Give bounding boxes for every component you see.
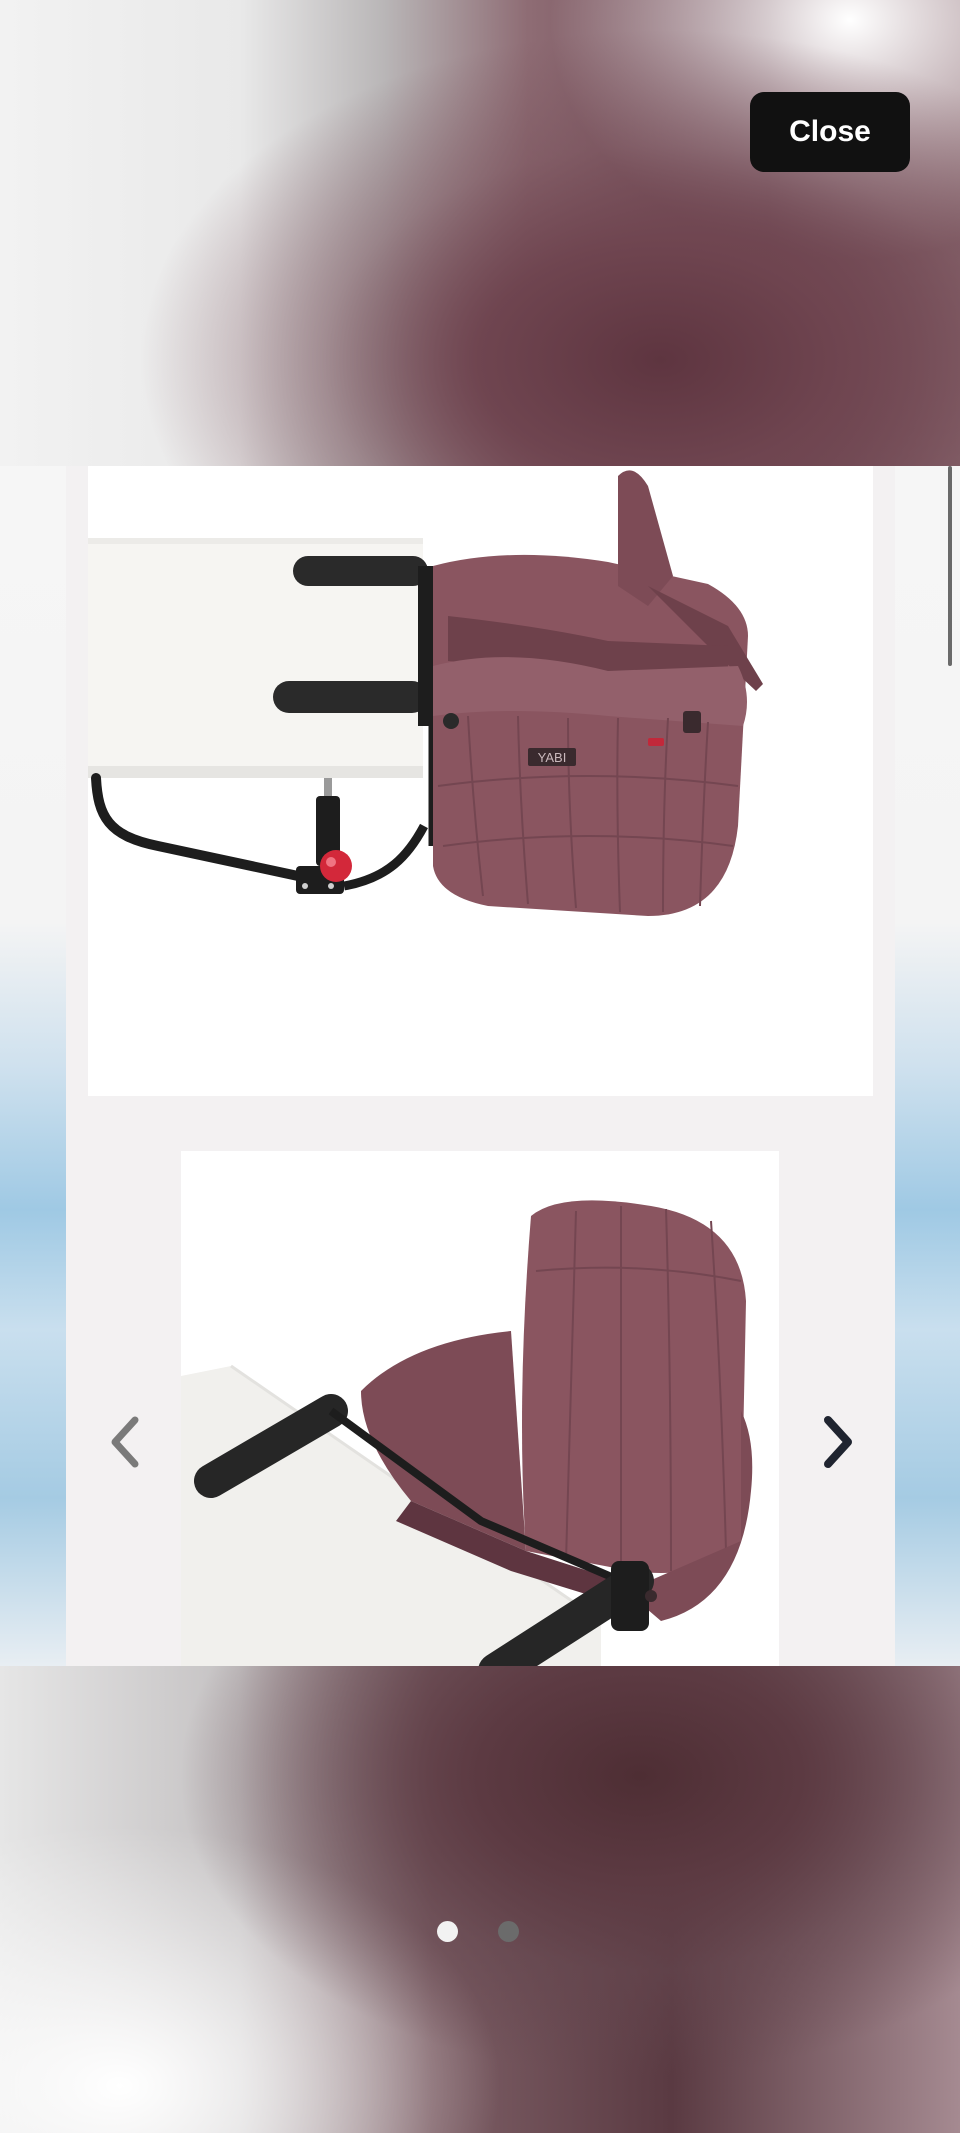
image-gallery[interactable]: YABI <box>66 466 895 1666</box>
blurred-backdrop-bottom <box>0 1666 960 2133</box>
brand-label: YABI <box>538 750 567 765</box>
pagination-dot-2[interactable] <box>498 1921 519 1942</box>
pagination-dots <box>437 1921 519 1942</box>
table-chair-side-illustration: YABI <box>88 470 763 916</box>
previous-image-button[interactable] <box>95 1402 155 1482</box>
chevron-right-icon <box>824 1416 852 1468</box>
gallery-scrollbar[interactable] <box>948 466 952 666</box>
pagination-dot-1[interactable] <box>437 1921 458 1942</box>
blurred-backdrop-top <box>0 0 960 466</box>
chevron-left-icon <box>111 1416 139 1468</box>
close-button[interactable]: Close <box>750 92 910 172</box>
table-chair-front-illustration <box>181 1200 753 1666</box>
product-image-front-view <box>181 1151 779 1666</box>
product-image-side-view: YABI <box>88 466 873 1096</box>
next-image-button[interactable] <box>808 1402 868 1482</box>
